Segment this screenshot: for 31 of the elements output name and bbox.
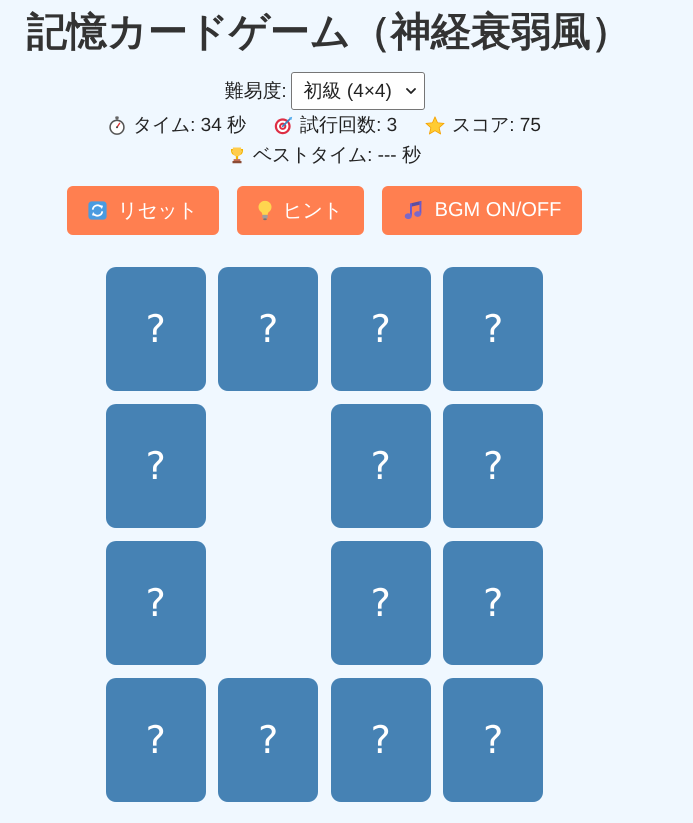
difficulty-label: 難易度: bbox=[224, 80, 287, 104]
hint-button[interactable]: ヒント bbox=[236, 186, 364, 235]
difficulty-select[interactable]: 初級 (4×4) bbox=[290, 72, 425, 110]
face-down-card[interactable]: ? bbox=[106, 541, 206, 665]
bgm-toggle-button[interactable]: BGM ON/OFF bbox=[382, 186, 582, 235]
face-down-card[interactable]: ? bbox=[106, 404, 206, 528]
chevron-down-icon bbox=[406, 88, 416, 94]
face-down-card[interactable]: ? bbox=[330, 678, 431, 802]
face-down-card[interactable]: ? bbox=[443, 404, 544, 528]
face-down-card[interactable]: ? bbox=[443, 541, 544, 665]
score-text: スコア: 75 bbox=[452, 114, 541, 138]
dart-target-icon bbox=[274, 116, 294, 134]
tries-text: 試行回数: 3 bbox=[300, 114, 398, 138]
face-down-card[interactable]: ? bbox=[443, 267, 544, 391]
face-down-card[interactable]: ? bbox=[106, 678, 206, 802]
face-down-card[interactable]: ? bbox=[106, 267, 206, 391]
best-time-text: ベストタイム: --- 秒 bbox=[253, 144, 421, 168]
time-text: タイム: 34 秒 bbox=[133, 114, 246, 138]
face-down-card[interactable]: ? bbox=[330, 267, 431, 391]
refresh-arrows-icon bbox=[88, 201, 107, 220]
stopwatch-icon bbox=[108, 116, 126, 134]
music-notes-icon bbox=[402, 200, 424, 221]
page-title: 記憶カードゲーム（神経衰弱風） bbox=[26, 9, 632, 56]
lightbulb-icon bbox=[258, 200, 272, 221]
face-down-card[interactable]: ? bbox=[218, 678, 318, 802]
face-down-card[interactable]: ? bbox=[330, 541, 431, 665]
reset-button[interactable]: リセット bbox=[66, 186, 219, 235]
star-icon bbox=[425, 116, 446, 134]
face-down-card[interactable]: ? bbox=[330, 404, 431, 528]
face-down-card[interactable]: ? bbox=[218, 267, 318, 391]
face-down-card[interactable]: ? bbox=[443, 678, 544, 802]
